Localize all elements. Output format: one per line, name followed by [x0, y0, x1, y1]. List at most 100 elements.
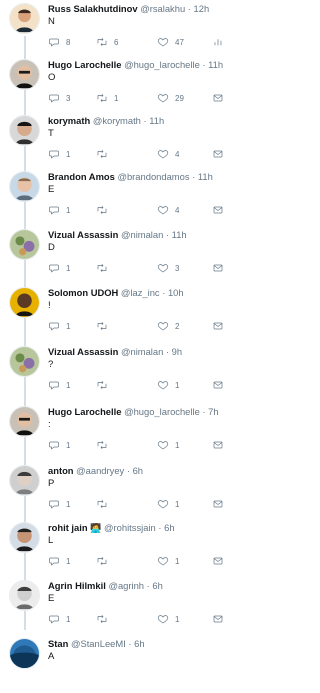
- tweet-item[interactable]: Solomon UDOH @laz_inc · 10h ! 1 2: [0, 284, 252, 342]
- avatar[interactable]: [9, 522, 40, 553]
- reply-button[interactable]: 1: [48, 612, 70, 626]
- user-handle[interactable]: @nimalan: [121, 229, 163, 240]
- display-name[interactable]: Vizual Assassin: [48, 229, 118, 240]
- display-name[interactable]: Vizual Assassin: [48, 346, 118, 357]
- reply-button[interactable]: 1: [48, 203, 70, 217]
- user-handle[interactable]: @korymath: [93, 115, 141, 126]
- tweet-item[interactable]: Vizual Assassin @nimalan · 11h D 1 3: [0, 226, 252, 284]
- avatar[interactable]: [9, 287, 40, 318]
- tweet-item[interactable]: Russ Salakhutdinov @rsalakhu · 12h N 8 6…: [0, 0, 252, 58]
- display-name[interactable]: Hugo Larochelle: [48, 406, 121, 417]
- direct-message-button[interactable]: [212, 261, 230, 275]
- like-button[interactable]: 29: [157, 91, 184, 105]
- display-name[interactable]: korymath: [48, 115, 90, 126]
- timestamp[interactable]: 6h: [152, 580, 162, 591]
- retweet-button[interactable]: 6: [96, 35, 118, 49]
- user-handle[interactable]: @hugo_larochelle: [124, 59, 200, 70]
- tweet-item[interactable]: Stan @StanLeeMI · 6h A: [0, 635, 252, 693]
- user-handle[interactable]: @agrinh: [108, 580, 144, 591]
- avatar[interactable]: [9, 638, 40, 669]
- display-name[interactable]: Solomon UDOH: [48, 287, 118, 298]
- like-button[interactable]: 1: [157, 438, 179, 452]
- reply-button[interactable]: 1: [48, 261, 70, 275]
- user-handle[interactable]: @nimalan: [121, 346, 163, 357]
- retweet-button[interactable]: [96, 319, 114, 333]
- user-handle[interactable]: @laz_inc: [121, 287, 160, 298]
- user-handle[interactable]: @rohitssjain: [104, 522, 156, 533]
- retweet-button[interactable]: [96, 554, 114, 568]
- timestamp[interactable]: 6h: [134, 638, 144, 649]
- like-button[interactable]: 2: [157, 319, 179, 333]
- avatar[interactable]: [9, 171, 40, 202]
- reply-button[interactable]: 1: [48, 438, 70, 452]
- display-name[interactable]: anton: [48, 465, 74, 476]
- display-name[interactable]: Agrin Hilmkil: [48, 580, 106, 591]
- reply-button[interactable]: 1: [48, 554, 70, 568]
- display-name[interactable]: rohit jain: [48, 522, 88, 533]
- retweet-button[interactable]: [96, 612, 114, 626]
- timestamp[interactable]: 9h: [172, 346, 182, 357]
- like-button[interactable]: 1: [157, 378, 179, 392]
- user-handle[interactable]: @StanLeeMI: [71, 638, 126, 649]
- tweet-item[interactable]: rohit jain 🧑‍💻 @rohitssjain · 6h L 1 1: [0, 519, 252, 577]
- user-handle[interactable]: @aandryey: [76, 465, 124, 476]
- retweet-button[interactable]: [96, 261, 114, 275]
- direct-message-button[interactable]: [212, 319, 230, 333]
- like-button[interactable]: 1: [157, 554, 179, 568]
- reply-button[interactable]: 1: [48, 497, 70, 511]
- tweet-item[interactable]: Vizual Assassin @nimalan · 9h ? 1 1: [0, 343, 252, 401]
- retweet-button[interactable]: [96, 438, 114, 452]
- direct-message-button[interactable]: [212, 147, 230, 161]
- like-button[interactable]: 1: [157, 612, 179, 626]
- tweet-item[interactable]: Hugo Larochelle @hugo_larochelle · 7h : …: [0, 403, 252, 461]
- avatar[interactable]: [9, 465, 40, 496]
- reply-button[interactable]: 1: [48, 378, 70, 392]
- user-handle[interactable]: @hugo_larochelle: [124, 406, 200, 417]
- timestamp[interactable]: 11h: [198, 171, 213, 182]
- direct-message-button[interactable]: [212, 438, 230, 452]
- like-button[interactable]: 4: [157, 203, 179, 217]
- display-name[interactable]: Russ Salakhutdinov: [48, 3, 138, 14]
- reply-button[interactable]: 3: [48, 91, 70, 105]
- timestamp[interactable]: 6h: [164, 522, 174, 533]
- timestamp[interactable]: 11h: [149, 115, 164, 126]
- timestamp[interactable]: 10h: [168, 287, 184, 298]
- retweet-button[interactable]: 1: [96, 91, 118, 105]
- display-name[interactable]: Brandon Amos: [48, 171, 115, 182]
- direct-message-button[interactable]: [212, 497, 230, 511]
- timestamp[interactable]: 12h: [194, 3, 210, 14]
- analytics-button[interactable]: [212, 35, 230, 49]
- timestamp[interactable]: 11h: [208, 59, 223, 70]
- avatar[interactable]: [9, 346, 40, 377]
- user-handle[interactable]: @brandondamos: [117, 171, 189, 182]
- reply-button[interactable]: 8: [48, 35, 70, 49]
- display-name[interactable]: Stan: [48, 638, 68, 649]
- tweet-item[interactable]: Brandon Amos @brandondamos · 11h E 1 4: [0, 168, 252, 226]
- retweet-button[interactable]: [96, 147, 114, 161]
- timestamp[interactable]: 6h: [133, 465, 143, 476]
- reply-button[interactable]: 1: [48, 319, 70, 333]
- tweet-item[interactable]: Hugo Larochelle @hugo_larochelle · 11h O…: [0, 56, 252, 114]
- direct-message-button[interactable]: [212, 203, 230, 217]
- direct-message-button[interactable]: [212, 554, 230, 568]
- user-handle[interactable]: @rsalakhu: [140, 3, 185, 14]
- direct-message-button[interactable]: [212, 378, 230, 392]
- display-name[interactable]: Hugo Larochelle: [48, 59, 121, 70]
- retweet-button[interactable]: [96, 203, 114, 217]
- retweet-button[interactable]: [96, 378, 114, 392]
- direct-message-button[interactable]: [212, 91, 230, 105]
- timestamp[interactable]: 7h: [208, 406, 218, 417]
- reply-button[interactable]: 1: [48, 147, 70, 161]
- avatar[interactable]: [9, 406, 40, 437]
- tweet-item[interactable]: Agrin Hilmkil @agrinh · 6h E 1 1: [0, 577, 252, 635]
- like-button[interactable]: 4: [157, 147, 179, 161]
- tweet-item[interactable]: korymath @korymath · 11h T 1 4: [0, 112, 252, 170]
- like-button[interactable]: 3: [157, 261, 179, 275]
- retweet-button[interactable]: [96, 497, 114, 511]
- avatar[interactable]: [9, 59, 40, 90]
- avatar[interactable]: [9, 3, 40, 34]
- like-button[interactable]: 47: [157, 35, 184, 49]
- timestamp[interactable]: 11h: [172, 229, 187, 240]
- direct-message-button[interactable]: [212, 612, 230, 626]
- tweet-item[interactable]: anton @aandryey · 6h P 1 1: [0, 462, 252, 520]
